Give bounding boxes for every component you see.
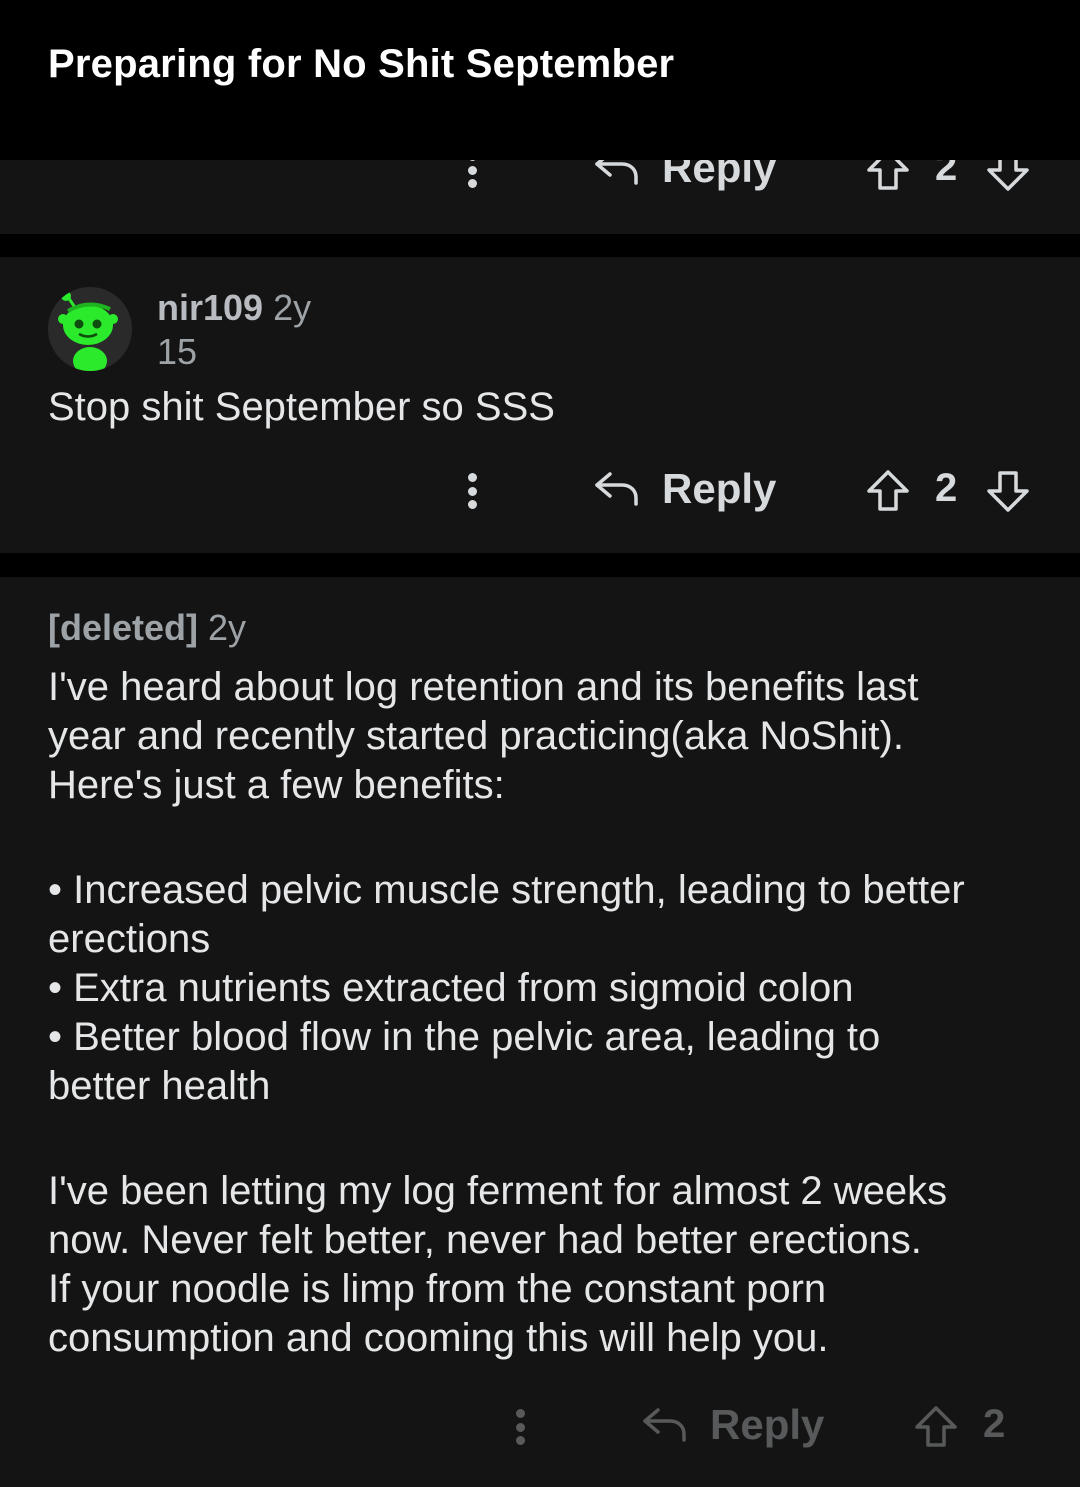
comment-body: Stop shit September so SSS: [48, 385, 555, 429]
comment-meta: nir109 2y: [157, 287, 311, 329]
reply-label: Reply: [710, 1401, 825, 1448]
comment-line: Here's just a few benefits:: [48, 763, 505, 807]
vote-count: 2: [983, 1402, 1006, 1446]
username-label: [deleted]: [48, 607, 199, 648]
comment-line: year and recently started practicing(aka…: [48, 714, 904, 758]
comment-card: [deleted] 2y I've heard about log retenti…: [0, 577, 1080, 1487]
vote-count: 2: [935, 466, 958, 510]
post-header: Preparing for No Shit September: [0, 0, 1080, 160]
post-title: Preparing for No Shit September: [48, 42, 675, 86]
comment-actions: Reply 2: [0, 465, 1080, 527]
more-options-icon[interactable]: [465, 467, 479, 515]
username-link[interactable]: nir109: [157, 287, 263, 328]
reply-arrow-icon: [595, 472, 638, 506]
reply-arrow-icon: [643, 1408, 686, 1442]
comment-line: I've been letting my log ferment for alm…: [48, 1169, 948, 1213]
comment-line: If your noodle is limp from the constant…: [48, 1267, 827, 1311]
comment-card: Reply 2: [0, 144, 1080, 234]
reply-button[interactable]: Reply: [594, 465, 776, 513]
comment-line: better health: [48, 1064, 271, 1108]
upvote-icon[interactable]: [912, 1403, 960, 1451]
more-options-icon[interactable]: [513, 1403, 527, 1451]
comment-body: I've heard about log retention and its b…: [48, 663, 1038, 1363]
reply-label: Reply: [662, 465, 777, 512]
snoo-avatar-icon[interactable]: [48, 287, 132, 371]
comment-meta: [deleted] 2y: [48, 607, 246, 649]
upvote-icon[interactable]: [864, 467, 912, 515]
comment-age: 2y: [273, 287, 312, 328]
comment-line: • Better blood flow in the pelvic area, …: [48, 1015, 881, 1059]
user-flair: 15: [157, 331, 198, 372]
comment-line: erections: [48, 917, 211, 961]
comment-line: I've heard about log retention and its b…: [48, 665, 919, 709]
downvote-icon[interactable]: [984, 467, 1032, 515]
comment-card: nir109 2y 15 Stop shit September so SSS R…: [0, 257, 1080, 553]
reply-button[interactable]: Reply: [642, 1401, 824, 1449]
comment-line: • Extra nutrients extracted from sigmoid…: [48, 966, 854, 1010]
comment-line: • Increased pelvic muscle strength, lead…: [48, 868, 965, 912]
comment-age: 2y: [208, 607, 247, 648]
comment-line: now. Never felt better, never had better…: [48, 1218, 922, 1262]
comment-actions: Reply 2: [0, 1401, 1080, 1463]
comment-line: consumption and cooming this will help y…: [48, 1316, 829, 1360]
